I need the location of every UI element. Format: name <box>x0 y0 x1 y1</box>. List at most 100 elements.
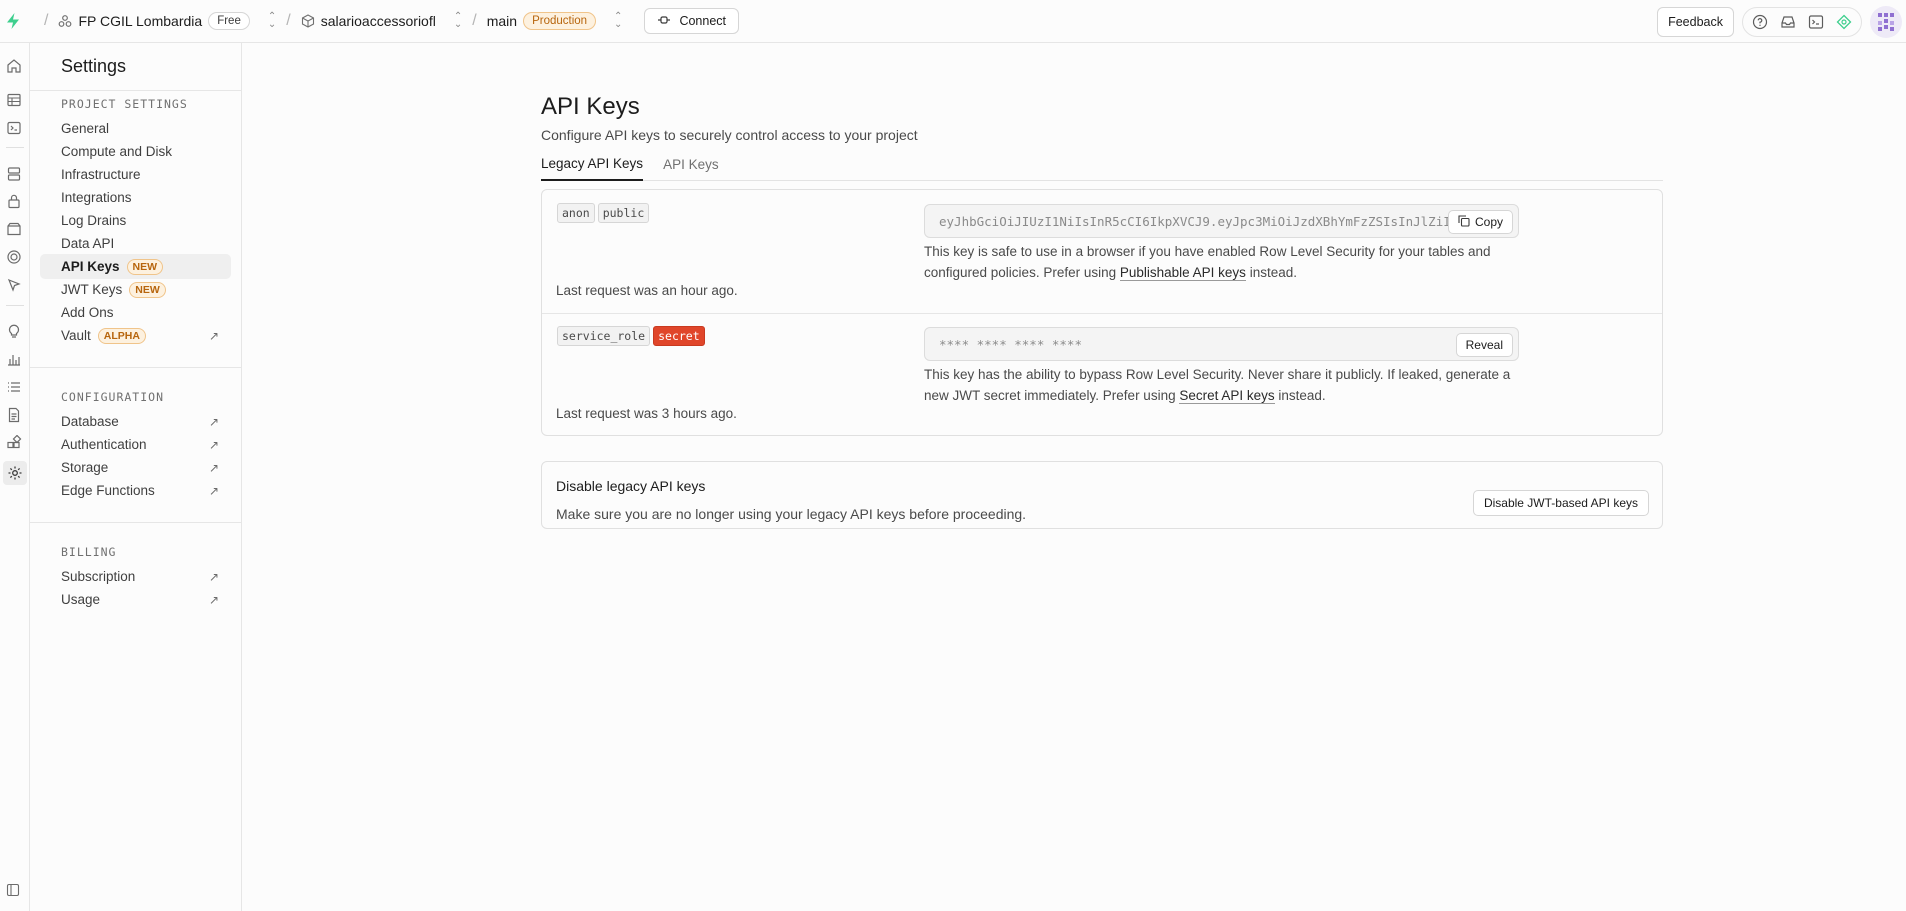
alpha-badge: ALPHA <box>97 327 146 344</box>
home-icon[interactable] <box>6 58 24 76</box>
external-link-icon: ↗ <box>208 460 219 475</box>
api-docs-icon[interactable] <box>6 407 24 425</box>
copy-icon <box>1458 214 1470 230</box>
sidebar-item-label: Vault <box>61 328 91 343</box>
advisors-lightbulb-icon[interactable] <box>6 323 24 341</box>
external-link-icon: ↗ <box>208 592 219 607</box>
sidebar-item-label: Edge Functions <box>61 483 155 498</box>
user-avatar[interactable] <box>1870 5 1902 38</box>
sidebar-item-label: Integrations <box>61 190 132 205</box>
sidebar-item-api-keys[interactable]: API Keys NEW <box>40 254 231 279</box>
sidebar-item-integrations[interactable]: Integrations <box>40 185 231 210</box>
service-last-request: Last request was 3 hours ago. <box>556 406 737 421</box>
project-selector[interactable]: salarioaccessoriofl ⌃ ⌄ <box>301 12 462 30</box>
terminal-icon[interactable] <box>1807 13 1825 31</box>
auth-lock-icon[interactable] <box>6 193 24 211</box>
sidebar-item-label: Storage <box>61 460 109 475</box>
sidebar-item-usage[interactable]: Usage ↗ <box>40 587 231 612</box>
scope-tag: public <box>597 203 650 223</box>
project-settings-heading: PROJECT SETTINGS <box>61 97 188 111</box>
chevron-updown-icon[interactable]: ⌃ ⌄ <box>614 12 622 30</box>
service-key-field[interactable]: **** **** **** **** Reveal <box>924 327 1519 361</box>
main-content: API Keys Configure API keys to securely … <box>242 43 1906 911</box>
storage-icon[interactable] <box>6 221 24 239</box>
plan-badge: Free <box>208 12 250 30</box>
sidebar-item-vault[interactable]: Vault ALPHA ↗ <box>40 323 231 348</box>
publishable-api-keys-link[interactable]: Publishable API keys <box>1119 265 1246 281</box>
anon-last-request: Last request was an hour ago. <box>556 283 738 298</box>
database-icon[interactable] <box>6 166 24 184</box>
branch-name: main <box>486 13 518 29</box>
service-role-key-row: service_role secret **** **** **** **** R… <box>542 314 1662 437</box>
role-tag: service_role <box>557 326 651 346</box>
sql-editor-icon[interactable] <box>6 120 24 138</box>
sidebar-item-jwt-keys[interactable]: JWT Keys NEW <box>40 277 231 302</box>
tab-legacy-api-keys[interactable]: Legacy API Keys <box>541 147 644 181</box>
api-keys-tabs: Legacy API Keys API Keys <box>541 147 1663 181</box>
sidebar-item-log-drains[interactable]: Log Drains <box>40 208 231 233</box>
assistant-icon[interactable] <box>1835 13 1853 31</box>
help-icon[interactable] <box>1751 13 1769 31</box>
sidebar-item-label: Data API <box>61 236 115 251</box>
breadcrumb-separator: / <box>472 12 477 29</box>
new-badge: NEW <box>129 281 166 298</box>
sidebar-item-add-ons[interactable]: Add Ons <box>40 300 231 325</box>
copy-button[interactable]: Copy <box>1447 210 1513 234</box>
collapse-sidebar-icon[interactable] <box>6 883 24 901</box>
sidebar-item-label: Add Ons <box>61 305 114 320</box>
sidebar-item-data-api[interactable]: Data API <box>40 231 231 256</box>
logs-list-icon[interactable] <box>6 379 24 397</box>
external-link-icon: ↗ <box>208 414 219 429</box>
chevron-updown-icon[interactable]: ⌃ ⌄ <box>268 12 276 30</box>
disable-title: Disable legacy API keys <box>556 478 706 494</box>
sidebar-item-label: API Keys <box>61 259 120 274</box>
integrations-icon[interactable] <box>6 434 24 453</box>
table-editor-icon[interactable] <box>6 92 24 110</box>
connect-button[interactable]: Connect <box>644 8 739 34</box>
billing-heading: BILLING <box>61 545 117 559</box>
sidebar-item-database[interactable]: Database ↗ <box>40 409 231 434</box>
external-link-icon: ↗ <box>208 328 219 343</box>
chevron-updown-icon[interactable]: ⌃ ⌄ <box>454 12 462 30</box>
sidebar-item-label: General <box>61 121 110 136</box>
tab-api-keys[interactable]: API Keys <box>663 147 719 181</box>
copy-label: Copy <box>1474 215 1503 229</box>
service-key-tags: service_role secret <box>557 326 708 346</box>
settings-sidebar: Settings PROJECT SETTINGS General Comput… <box>30 43 242 911</box>
branch-selector[interactable]: main Production ⌃ ⌄ <box>486 12 622 30</box>
sidebar-item-label: Database <box>61 414 119 429</box>
sidebar-item-edge-functions[interactable]: Edge Functions ↗ <box>40 478 231 503</box>
page-title: API Keys <box>541 93 640 120</box>
page-subtitle: Configure API keys to securely control a… <box>541 127 918 143</box>
sidebar-item-storage[interactable]: Storage ↗ <box>40 455 231 480</box>
anon-key-field[interactable]: eyJhbGciOiJIUzI1NiIsInR5cCI6IkpXVCJ9.eyJ… <box>924 204 1519 238</box>
org-selector[interactable]: FP CGIL Lombardia Free ⌃ ⌄ <box>58 12 276 30</box>
anon-key-tags: anon public <box>557 203 652 223</box>
sidebar-item-subscription[interactable]: Subscription ↗ <box>40 564 231 589</box>
sidebar-item-compute-and-disk[interactable]: Compute and Disk <box>40 139 231 164</box>
anon-key-row: anon public eyJhbGciOiJIUzI1NiIsInR5cCI6I… <box>542 190 1662 313</box>
sidebar-item-label: Compute and Disk <box>61 144 173 159</box>
configuration-heading: CONFIGURATION <box>61 390 165 404</box>
sidebar-title: Settings <box>30 43 241 91</box>
breadcrumb-separator: / <box>44 12 49 29</box>
external-link-icon: ↗ <box>208 437 219 452</box>
inbox-icon[interactable] <box>1779 13 1797 31</box>
settings-gear-icon[interactable] <box>3 461 27 485</box>
reveal-button[interactable]: Reveal <box>1455 333 1513 357</box>
secret-tag: secret <box>653 326 705 346</box>
reports-chart-icon[interactable] <box>6 351 24 369</box>
box-icon <box>301 14 315 28</box>
sidebar-item-infrastructure[interactable]: Infrastructure <box>40 162 231 187</box>
feedback-button[interactable]: Feedback <box>1657 6 1734 37</box>
sidebar-item-general[interactable]: General <box>40 116 231 141</box>
supabase-logo-icon[interactable] <box>4 11 24 31</box>
sidebar-item-label: Log Drains <box>61 213 127 228</box>
realtime-icon[interactable] <box>6 249 24 267</box>
environment-badge: Production <box>523 12 597 30</box>
edge-functions-icon[interactable] <box>6 277 24 295</box>
new-badge: NEW <box>126 258 164 275</box>
sidebar-item-authentication[interactable]: Authentication ↗ <box>40 432 231 457</box>
secret-api-keys-link[interactable]: Secret API keys <box>1179 388 1275 404</box>
disable-jwt-keys-button[interactable]: Disable JWT-based API keys <box>1472 490 1649 516</box>
